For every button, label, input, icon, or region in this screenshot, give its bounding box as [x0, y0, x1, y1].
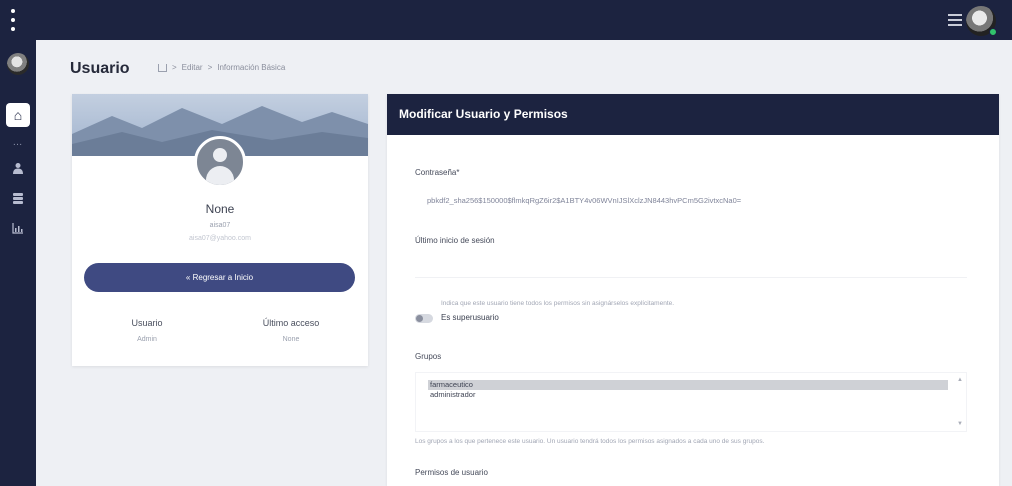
profile-username: aisa07 [209, 222, 231, 229]
database-icon[interactable] [10, 192, 26, 206]
profile-card: None aisa07 aisa07@yahoo.com « Regresar … [72, 94, 368, 366]
breadcrumb-home-icon[interactable] [158, 63, 167, 72]
groups-label: Grupos [415, 352, 442, 361]
more-icon: … [12, 137, 24, 148]
page-title: Usuario [70, 60, 130, 77]
last-login-label: Último inicio de sesión [415, 236, 495, 245]
password-label: Contraseña* [415, 168, 460, 177]
groups-help-text: Los grupos a los que pertenece este usua… [415, 438, 765, 445]
groups-option[interactable]: administrador [428, 390, 948, 400]
scroll-down-icon[interactable]: ▼ [957, 421, 963, 427]
scroll-up-icon[interactable]: ▲ [957, 377, 963, 383]
home-icon[interactable]: ⌂ [6, 103, 30, 127]
breadcrumb-item: Información Básica [217, 63, 286, 72]
superuser-help-text: Indica que este usuario tiene todos los … [441, 300, 675, 307]
edit-user-form: Modificar Usuario y Permisos Contraseña*… [387, 94, 999, 486]
last-login-input[interactable] [415, 260, 967, 278]
list-icon[interactable] [948, 14, 962, 26]
breadcrumb-separator: > [207, 63, 213, 72]
groups-option[interactable]: farmaceutico [428, 380, 948, 390]
user-permissions-label: Permisos de usuario [415, 468, 488, 477]
back-to-home-button[interactable]: « Regresar a Inicio [84, 263, 355, 292]
form-header: Modificar Usuario y Permisos [387, 94, 999, 135]
stat-value-user: Admin [137, 336, 157, 343]
password-value: pbkdf2_sha256$150000$flmkqRgZ6ir2$A1BTY4… [427, 196, 742, 205]
profile-email: aisa07@yahoo.com [189, 235, 251, 242]
chart-icon[interactable] [10, 222, 26, 236]
online-status-icon [989, 28, 997, 36]
user-icon[interactable] [10, 162, 26, 176]
sidebar: ⌂ … [0, 40, 36, 486]
breadcrumb: > Editar > Información Básica [158, 63, 285, 72]
sidebar-avatar[interactable] [7, 53, 29, 75]
breadcrumb-item[interactable]: Editar [182, 63, 203, 72]
profile-name: None [205, 202, 235, 216]
profile-avatar [194, 136, 246, 188]
superuser-toggle[interactable] [415, 314, 433, 323]
top-navbar [0, 0, 1012, 40]
stat-label-last-access: Último acceso [262, 318, 320, 328]
stat-label-user: Usuario [131, 318, 163, 328]
stat-value-last-access: None [282, 336, 300, 343]
kebab-menu-icon[interactable] [10, 9, 16, 31]
groups-multiselect[interactable]: farmaceutico administrador ▲ ▼ [415, 372, 967, 432]
breadcrumb-separator: > [172, 63, 177, 72]
superuser-label: Es superusuario [441, 313, 499, 322]
